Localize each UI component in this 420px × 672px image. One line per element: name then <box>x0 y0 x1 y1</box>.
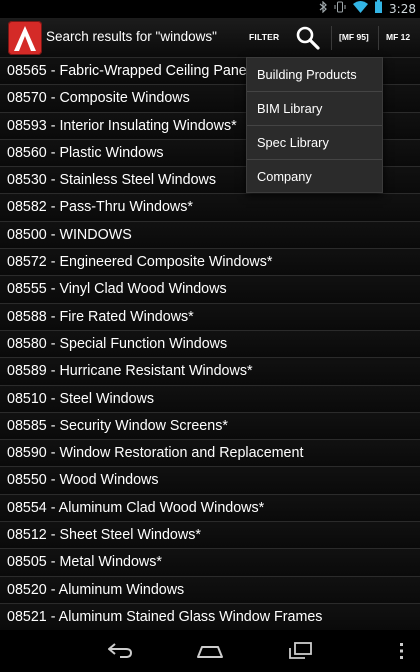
vibrate-icon <box>334 0 346 18</box>
overflow-menu-icon[interactable] <box>398 642 404 665</box>
list-item[interactable]: 08500 - WINDOWS <box>0 221 420 250</box>
list-item[interactable]: 08572 - Engineered Composite Windows* <box>0 249 420 277</box>
bluetooth-icon <box>319 0 327 18</box>
menu-item-building-products[interactable]: Building Products <box>247 58 382 92</box>
list-item[interactable]: 08555 - Vinyl Clad Wood Windows <box>0 276 420 304</box>
list-item[interactable]: 08588 - Fire Rated Windows* <box>0 303 420 331</box>
list-item[interactable]: 08510 - Steel Windows <box>0 385 420 413</box>
action-divider <box>378 26 379 50</box>
filter-button[interactable]: FILTER <box>249 32 279 42</box>
overflow-dropdown-menu: Building Products BIM Library Spec Libra… <box>246 57 383 193</box>
arcat-logo-icon[interactable] <box>8 21 42 55</box>
list-item[interactable]: 08589 - Hurricane Resistant Windows* <box>0 358 420 386</box>
mf12-button[interactable]: MF 12 <box>386 32 410 42</box>
list-item[interactable]: 08521 - Aluminum Stained Glass Window Fr… <box>0 603 420 630</box>
clock-time: 3:28 <box>389 2 416 16</box>
list-item[interactable]: 08554 - Aluminum Clad Wood Windows* <box>0 494 420 523</box>
page-title: Search results for "windows" <box>46 29 217 44</box>
list-item[interactable]: 08520 - Aluminum Windows <box>0 576 420 604</box>
recents-icon[interactable] <box>286 640 314 665</box>
status-bar: 3:28 <box>0 0 420 18</box>
search-icon[interactable] <box>295 25 321 51</box>
menu-item-bim-library[interactable]: BIM Library <box>247 92 382 126</box>
list-item[interactable]: 08590 - Window Restoration and Replaceme… <box>0 440 420 468</box>
wifi-icon <box>353 0 369 18</box>
action-divider <box>331 26 332 50</box>
back-icon[interactable] <box>106 640 134 665</box>
list-item[interactable]: 08585 - Security Window Screens* <box>0 412 420 441</box>
list-item[interactable]: 08505 - Metal Windows* <box>0 549 420 577</box>
status-icons: 3:28 <box>319 0 416 18</box>
list-item[interactable]: 08580 - Special Function Windows <box>0 330 420 359</box>
list-item[interactable]: 08550 - Wood Windows <box>0 467 420 495</box>
list-item[interactable]: 08582 - Pass-Thru Windows* <box>0 194 420 222</box>
menu-item-spec-library[interactable]: Spec Library <box>247 126 382 160</box>
action-bar: Search results for "windows" FILTER [MF … <box>0 18 420 58</box>
menu-item-company[interactable]: Company <box>247 160 382 194</box>
battery-icon <box>375 0 383 18</box>
list-item[interactable]: 08512 - Sheet Steel Windows* <box>0 522 420 550</box>
mf95-button[interactable]: [MF 95] <box>339 32 369 42</box>
navigation-bar <box>0 630 420 672</box>
home-icon[interactable] <box>196 640 224 665</box>
